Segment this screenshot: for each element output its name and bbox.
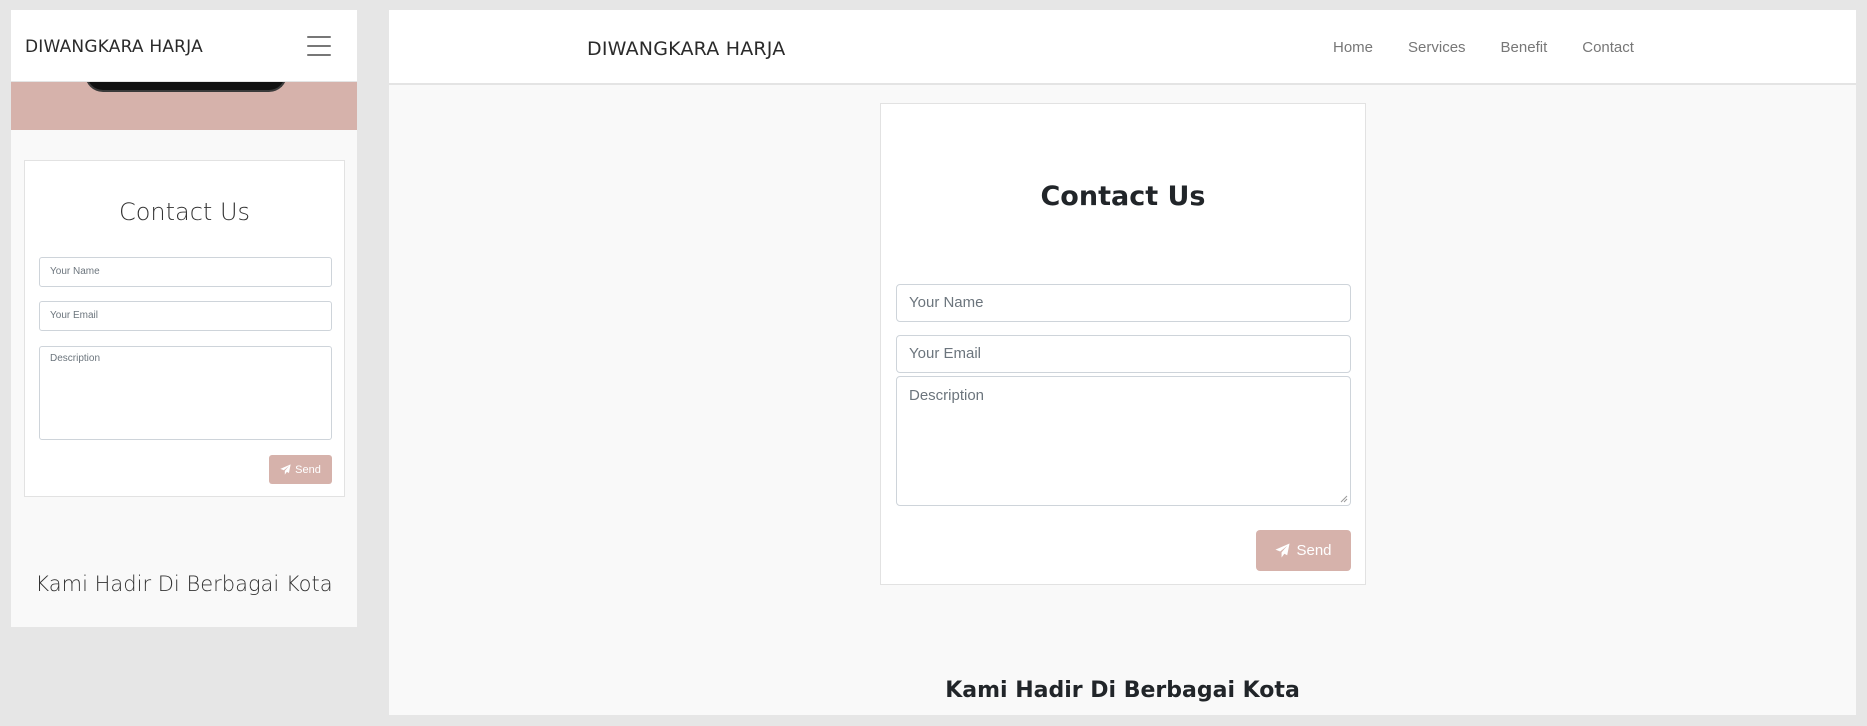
send-button[interactable]: Send: [1256, 530, 1351, 571]
nav-links: Home Services Benefit Contact: [1333, 39, 1634, 56]
name-input[interactable]: Your Name: [39, 257, 332, 287]
paper-plane-icon: [280, 464, 291, 475]
name-input[interactable]: Your Name: [896, 284, 1351, 322]
send-button-label: Send: [295, 463, 321, 476]
nav-link-home[interactable]: Home: [1333, 39, 1373, 56]
description-textarea[interactable]: Description: [896, 376, 1351, 506]
paper-plane-icon: [1275, 543, 1290, 558]
email-input[interactable]: Your Email: [39, 301, 332, 331]
desktop-brand-logo[interactable]: DIWANGKARA HARJA: [587, 38, 785, 60]
email-input[interactable]: Your Email: [896, 335, 1351, 373]
description-textarea[interactable]: Description: [39, 346, 332, 440]
nav-link-benefit[interactable]: Benefit: [1501, 39, 1548, 56]
contact-title: Contact Us: [1040, 181, 1206, 212]
resize-handle-icon[interactable]: [1340, 495, 1348, 503]
mobile-contact-card: Contact Us Your Name Your Email Descript…: [24, 160, 345, 497]
mobile-preview: DIWANGKARA HARJA Contact Us Your Name Yo…: [11, 10, 357, 627]
contact-title: Contact Us: [118, 198, 251, 226]
send-button[interactable]: Send: [269, 455, 332, 484]
desktop-preview: DIWANGKARA HARJA Home Services Benefit C…: [389, 10, 1856, 715]
description-placeholder: Description: [909, 387, 985, 404]
phone-image: [85, 82, 287, 92]
cities-heading: Kami Hadir Di Berbagai Kota: [35, 572, 333, 596]
mobile-hero-banner: [11, 82, 357, 130]
mobile-navbar: DIWANGKARA HARJA: [11, 10, 357, 82]
desktop-navbar: DIWANGKARA HARJA Home Services Benefit C…: [389, 10, 1856, 85]
desktop-contact-card: Contact Us Your Name Your Email Descript…: [880, 103, 1366, 585]
send-button-label: Send: [1296, 542, 1332, 559]
cities-heading: Kami Hadir Di Berbagai Kota: [945, 678, 1300, 703]
hamburger-menu-icon[interactable]: [307, 36, 331, 56]
mobile-brand-logo[interactable]: DIWANGKARA HARJA: [25, 37, 203, 57]
nav-link-services[interactable]: Services: [1408, 39, 1466, 56]
nav-link-contact[interactable]: Contact: [1582, 39, 1634, 56]
